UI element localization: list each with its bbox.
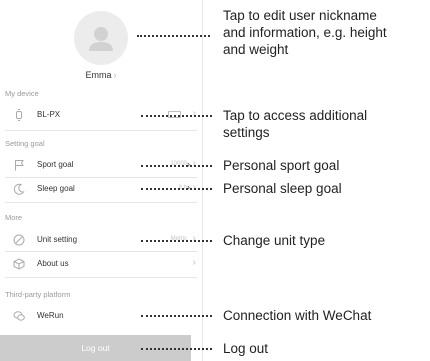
leader-line [141,348,212,350]
sleep-goal-label: Sleep goal [37,184,75,193]
callout-device-line2: settings [223,125,270,140]
wechat-icon [13,311,25,321]
callout-profile-line1: Tap to edit user nickname [223,8,377,23]
about-us-row[interactable]: About us › [0,253,202,275]
divider [5,130,197,131]
flag-icon [15,160,24,171]
profile-name-link[interactable]: Emma › [0,70,202,80]
section-more: More [5,213,23,222]
callout-sport: Personal sport goal [223,158,340,173]
chevron-right-icon: › [192,257,196,268]
chevron-right-icon: › [192,108,196,119]
ruler-icon [13,234,25,246]
callout-logout: Log out [223,341,269,356]
callout-profile-line3: and weight [223,42,289,57]
callout-device-line1: Tap to access additional [223,108,368,123]
profile-name: Emma [85,70,112,80]
about-us-label: About us [37,259,69,268]
callout-wechat: Connection with WeChat [223,308,372,323]
leader-line [141,315,212,317]
divider [5,251,197,252]
cube-icon [13,258,25,270]
watch-icon [16,109,22,121]
section-setting-goal: Setting goal [5,139,45,148]
wechat-label: WeRun [37,311,64,320]
callout-device: Tap to access additional settings [223,107,367,141]
chevron-right-icon: › [192,158,196,169]
user-silhouette-icon [89,27,113,51]
section-my-device: My device [5,89,39,98]
app-screen: Emma › My device BL-PX › Setting goal Spo… [0,0,203,361]
avatar[interactable] [74,11,128,65]
unit-setting-label: Unit setting [37,235,78,244]
device-name: BL-PX [37,110,61,119]
divider [5,277,197,278]
moon-icon [13,183,25,195]
arrow-right-icon: › [187,182,190,192]
chevron-right-icon: › [113,70,117,80]
callout-sleep: Personal sleep goal [223,181,342,196]
callout-profile-line2: and information, e.g. height [223,25,387,40]
divider [5,202,197,203]
leader-line [141,165,212,167]
callout-unit: Change unit type [223,233,326,248]
leader-line [141,188,212,190]
chevron-right-icon: › [192,233,196,244]
leader-line [141,240,212,242]
sport-goal-label: Sport goal [37,160,74,169]
section-third-party: Third-party platform [5,290,71,299]
leader-line [137,35,210,37]
arrow-right-icon: › [187,159,190,169]
leader-line [141,115,212,117]
callout-profile: Tap to edit user nickname and informatio… [223,7,387,58]
